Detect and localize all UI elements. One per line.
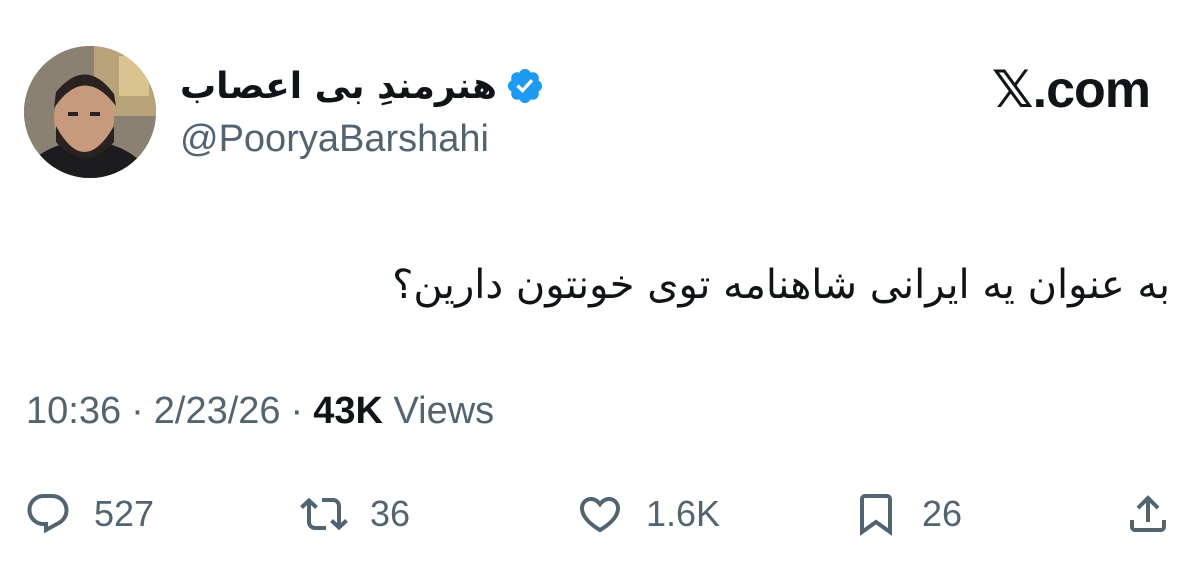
bookmark-count: 26 — [922, 493, 963, 534]
action-bar: 527 36 1.6K 26 — [0, 484, 1200, 544]
share-button[interactable] — [1124, 484, 1172, 544]
meta-separator: · — [131, 390, 144, 432]
bookmark-icon — [852, 490, 900, 538]
x-logo: 𝕏.com — [991, 61, 1151, 119]
retweet-button[interactable]: 36 — [300, 484, 410, 544]
meta-separator: · — [290, 390, 304, 432]
bookmark-button[interactable]: 26 — [852, 484, 962, 544]
share-upload-icon — [1124, 490, 1172, 538]
retweet-arrows-icon — [300, 490, 348, 538]
verified-badge-icon — [505, 66, 545, 106]
views[interactable]: 43K Views — [313, 390, 494, 433]
views-count: 43K — [313, 390, 383, 432]
tweet-meta: 10:36 · 2/23/26 · 43K Views — [26, 390, 494, 433]
reply-button[interactable]: 527 — [24, 484, 154, 544]
like-button[interactable]: 1.6K — [576, 484, 720, 544]
retweet-count: 36 — [370, 493, 411, 534]
reply-count: 527 — [94, 493, 155, 534]
like-count: 1.6K — [646, 493, 721, 534]
views-label: Views — [393, 390, 495, 432]
tweet-time[interactable]: 10:36 — [26, 390, 121, 433]
heart-icon — [576, 490, 624, 538]
display-name[interactable]: هنرمندِ بی اعصاب — [180, 66, 497, 107]
tweet-text: به عنوان یه ایرانی شاهنامه توی خونتون دا… — [392, 262, 1170, 308]
tweet-date[interactable]: 2/23/26 — [154, 390, 281, 433]
display-name-row: هنرمندِ بی اعصاب — [180, 58, 545, 114]
user-handle[interactable]: @PooryaBarshahi — [180, 118, 489, 161]
speech-bubble-icon — [24, 490, 72, 538]
tweet-card: هنرمندِ بی اعصاب @PooryaBarshahi 𝕏.com ب… — [0, 0, 1200, 570]
avatar[interactable] — [24, 46, 156, 178]
